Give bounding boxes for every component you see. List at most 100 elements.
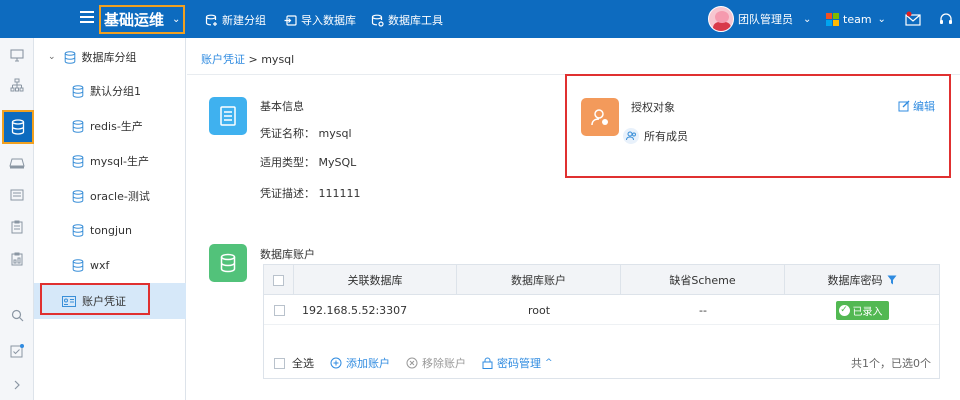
- cell-scheme: --: [699, 303, 707, 317]
- row-checkbox[interactable]: [273, 304, 285, 316]
- cell-password: ✓ 已录入: [785, 295, 939, 325]
- rail-task[interactable]: [0, 336, 34, 366]
- table-footer: 全选 添加账户 移除账户 密码管理 ^ 共1个，已选0个: [264, 348, 939, 378]
- tree-item-label: oracle-测试: [90, 190, 150, 203]
- remove-account-label: 移除账户: [422, 357, 466, 370]
- tree-item-wxf[interactable]: wxf: [34, 250, 186, 280]
- breadcrumb-current: mysql: [261, 53, 295, 66]
- report-icon: [11, 252, 23, 266]
- avatar: [708, 6, 734, 32]
- workspace-selector[interactable]: 基础运维 ⌄: [99, 5, 185, 34]
- column-header-password-label: 数据库密码: [827, 274, 883, 287]
- rail-database[interactable]: [2, 110, 34, 144]
- org-chart-icon: [10, 78, 24, 92]
- password-status-label: 已录入: [852, 306, 883, 318]
- column-header-scheme: 缺省Scheme: [621, 265, 785, 295]
- edit-button[interactable]: 编辑: [898, 98, 935, 114]
- db-accounts-table: 关联数据库 数据库账户 缺省Scheme 数据库密码 192.168.5.52:…: [263, 264, 940, 379]
- rail-expand[interactable]: [0, 370, 34, 400]
- rail-report[interactable]: [0, 244, 34, 274]
- team-menu[interactable]: team ⌄: [826, 0, 886, 38]
- check-icon: ✓: [838, 304, 850, 316]
- remove-account-button[interactable]: 移除账户: [406, 355, 466, 371]
- credential-desc-value: 111111: [318, 187, 361, 200]
- document-icon: [220, 106, 236, 126]
- import-database-button[interactable]: 导入数据库: [284, 12, 356, 28]
- new-group-button[interactable]: 新建分组: [205, 12, 266, 28]
- headset-icon: [940, 13, 952, 24]
- breadcrumb-parent[interactable]: 账户凭证: [201, 53, 245, 66]
- list-icon: [10, 189, 24, 201]
- tree-item-label: tongjun: [90, 223, 132, 237]
- password-management-button[interactable]: 密码管理 ^: [482, 355, 553, 371]
- rail-disk[interactable]: [0, 148, 34, 178]
- select-all-label: 全选: [292, 357, 314, 370]
- main-content: 账户凭证 > mysql 基本信息 凭证名称： mysql 适用类型： MySQ…: [187, 38, 960, 400]
- user-settings-icon: [591, 109, 608, 126]
- chevron-down-icon: ⌄: [172, 14, 181, 25]
- chevron-down-icon: ⌄: [48, 52, 56, 62]
- authorization-tile: [581, 98, 619, 136]
- search-icon: [11, 309, 23, 321]
- database-icon: [11, 119, 25, 135]
- message-button[interactable]: [904, 0, 922, 38]
- rail-org[interactable]: [0, 70, 34, 100]
- chevron-up-icon: ^: [545, 358, 553, 368]
- tree-item-oracle[interactable]: oracle-测试: [34, 181, 186, 211]
- chevron-down-icon: ⌄: [877, 13, 886, 25]
- support-button[interactable]: [938, 0, 954, 38]
- tree-item-label: mysql-生产: [90, 155, 149, 168]
- cell-account: root: [527, 303, 551, 317]
- tree-item-label: wxf: [90, 258, 110, 272]
- user-name: 团队管理员: [738, 13, 793, 26]
- import-icon: [284, 14, 297, 26]
- lock-icon: [482, 357, 493, 369]
- top-bar: 基础运维 ⌄ 新建分组 导入数据库 数据库工具 团队管理员 ⌄ team ⌄: [0, 0, 960, 38]
- filter-icon[interactable]: [887, 275, 897, 285]
- remove-circle-icon: [406, 357, 418, 369]
- authorization-panel: 授权对象 编辑 所有成员: [565, 74, 951, 178]
- expand-icon: [14, 380, 20, 390]
- rail-list[interactable]: [0, 180, 34, 210]
- credential-desc-row: 凭证描述： 111111: [260, 185, 361, 201]
- tree-item-tongjun[interactable]: tongjun: [34, 215, 186, 245]
- database-icon: [64, 50, 75, 64]
- monitor-icon: [10, 49, 24, 62]
- tree-item-label: 默认分组1: [90, 85, 141, 98]
- task-icon: [10, 344, 24, 358]
- header-checkbox[interactable]: [273, 274, 284, 286]
- database-icon: [72, 154, 84, 168]
- database-icon: [72, 119, 84, 133]
- database-tools-label: 数据库工具: [388, 14, 443, 27]
- tree-item-redis[interactable]: redis-生产: [34, 111, 186, 141]
- credential-name-label: 凭证名称：: [260, 127, 315, 140]
- team-logo-icon: [826, 13, 839, 26]
- password-status-badge: ✓ 已录入: [835, 300, 889, 320]
- tree-item-default-group[interactable]: 默认分组1: [34, 76, 186, 106]
- database-tool-icon: [371, 14, 384, 27]
- tree-group-root[interactable]: ⌄ 数据库分组: [34, 42, 186, 72]
- tree-item-mysql[interactable]: mysql-生产: [34, 146, 186, 176]
- credentials-highlight: [40, 283, 150, 315]
- plus-circle-icon: [330, 357, 342, 369]
- table-header: 关联数据库 数据库账户 缺省Scheme 数据库密码: [264, 265, 939, 295]
- rail-clipboard[interactable]: [0, 212, 34, 242]
- clipboard-icon: [11, 220, 23, 234]
- database-tools-button[interactable]: 数据库工具: [371, 12, 443, 28]
- all-members-label: 所有成员: [644, 130, 688, 143]
- user-menu[interactable]: 团队管理员 ⌄: [708, 0, 811, 38]
- tree-group-label: 数据库分组: [81, 51, 137, 64]
- rail-search[interactable]: [0, 300, 34, 330]
- header-select-cell: [264, 265, 294, 295]
- workspace-title: 基础运维: [104, 11, 165, 29]
- edit-label: 编辑: [913, 100, 935, 113]
- add-account-button[interactable]: 添加账户: [330, 355, 390, 371]
- rail-monitor[interactable]: [0, 40, 34, 70]
- mail-icon: [905, 11, 921, 26]
- select-all-checkbox[interactable]: [274, 357, 285, 369]
- menu-icon[interactable]: [80, 11, 94, 25]
- basic-info-title: 基本信息: [260, 100, 304, 113]
- team-name: team: [843, 12, 872, 26]
- breadcrumb: 账户凭证 > mysql: [201, 51, 294, 67]
- database-icon: [72, 223, 84, 237]
